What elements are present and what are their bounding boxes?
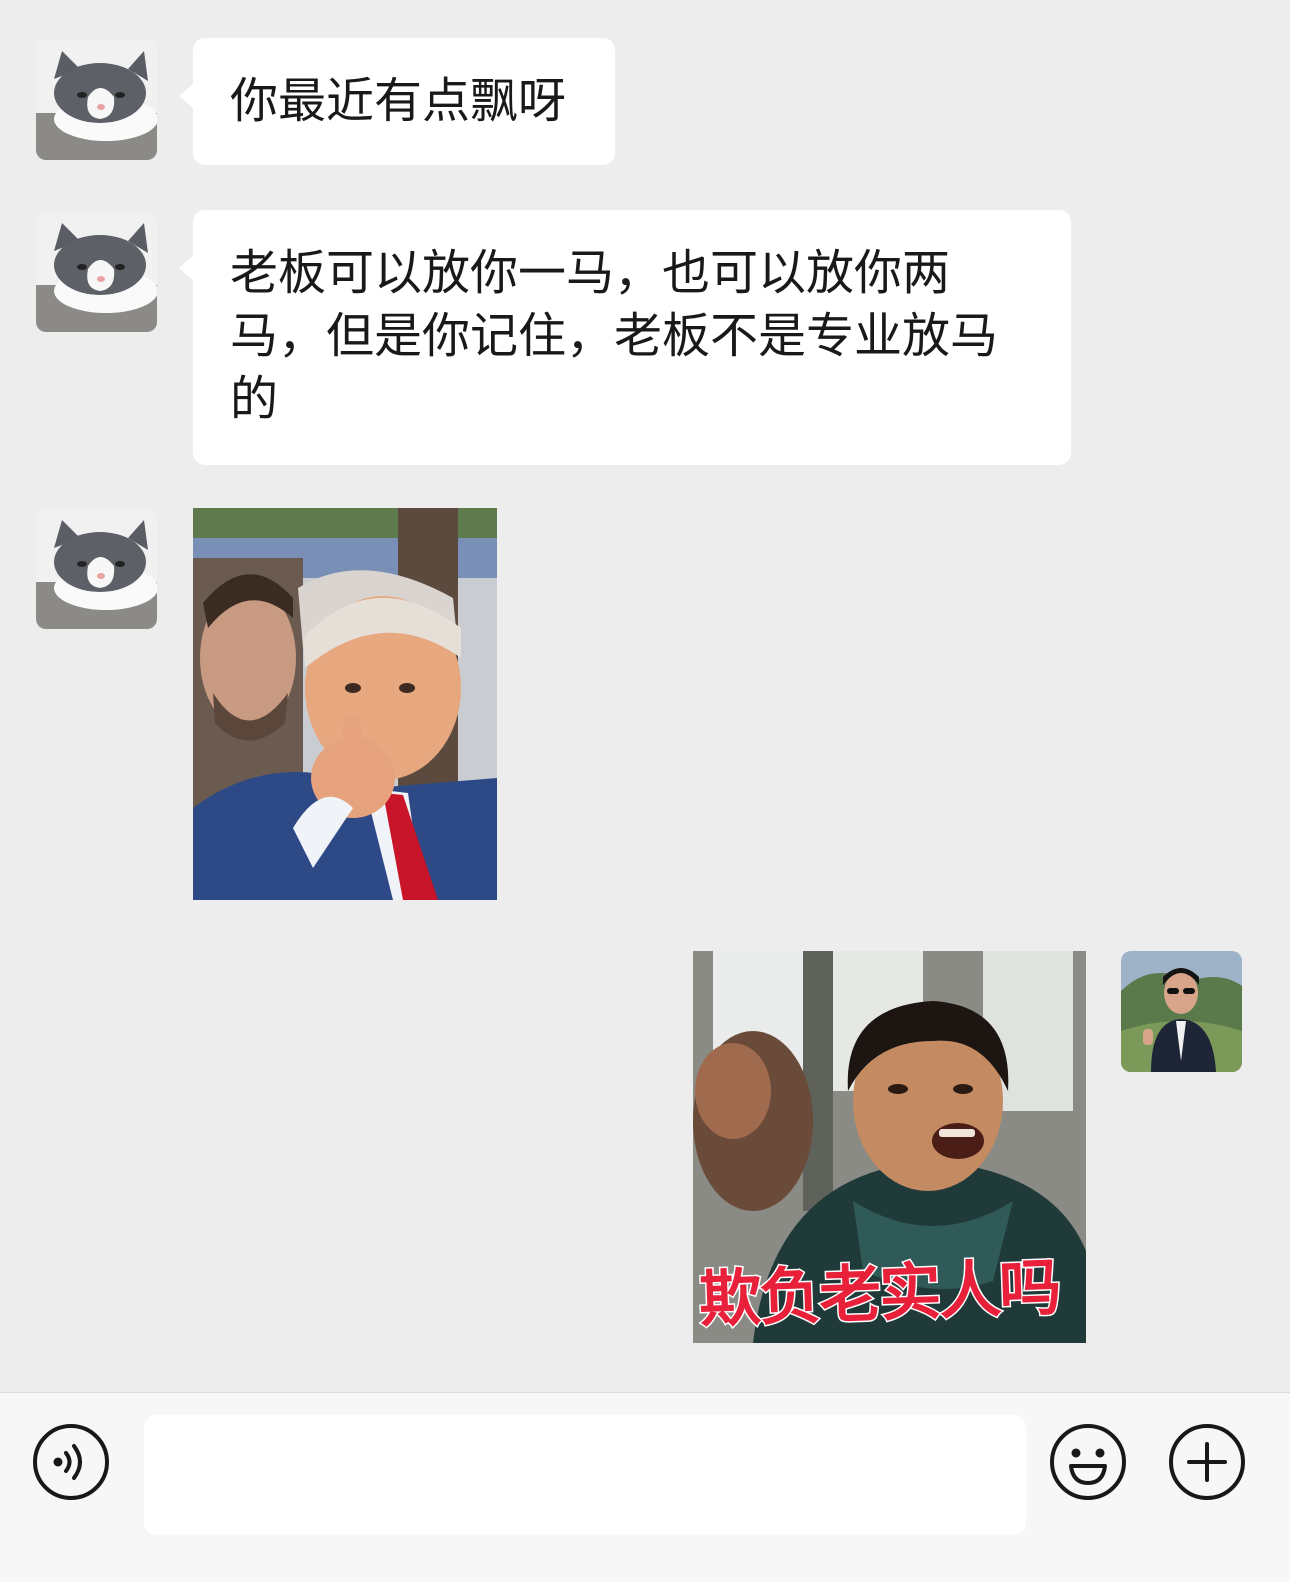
message-input[interactable]: [144, 1415, 1026, 1535]
message-text: 老板可以放你一马，也可以放你两马，但是你记住，老板不是专业放马的: [230, 245, 999, 427]
contact-avatar[interactable]: [36, 211, 157, 332]
message-bubble[interactable]: 老板可以放你一马，也可以放你两马，但是你记住，老板不是专业放马的: [179, 210, 1071, 465]
contact-avatar[interactable]: [36, 39, 157, 160]
cat-avatar-icon: [36, 211, 157, 332]
sticker-image-shouting-man[interactable]: 欺负老实人吗: [693, 951, 1086, 1343]
voice-input-button[interactable]: [32, 1423, 110, 1501]
emoji-icon: [1050, 1424, 1126, 1500]
cat-avatar-icon: [36, 39, 157, 160]
input-bar: [0, 1392, 1290, 1582]
sticker-caption: 欺负老实人吗: [697, 1249, 1062, 1338]
message-text: 你最近有点飘呀: [230, 73, 567, 129]
emoji-button[interactable]: [1049, 1423, 1127, 1501]
plus-icon: [1169, 1424, 1245, 1500]
message-bubble[interactable]: 你最近有点飘呀: [179, 38, 615, 165]
voice-icon: [33, 1424, 109, 1500]
more-actions-button[interactable]: [1168, 1423, 1246, 1501]
my-avatar[interactable]: [1121, 951, 1242, 1072]
chat-message-list[interactable]: 你最近有点飘呀 老板可以放你一马，也可以放你两马，但是你记住，老板不是专业放马的: [0, 0, 1290, 1392]
sticker-picture: [193, 508, 497, 900]
contact-avatar[interactable]: [36, 508, 157, 629]
sticker-image-pointing-man[interactable]: [193, 508, 497, 900]
cat-avatar-icon: [36, 508, 157, 629]
person-avatar-icon: [1121, 951, 1242, 1072]
